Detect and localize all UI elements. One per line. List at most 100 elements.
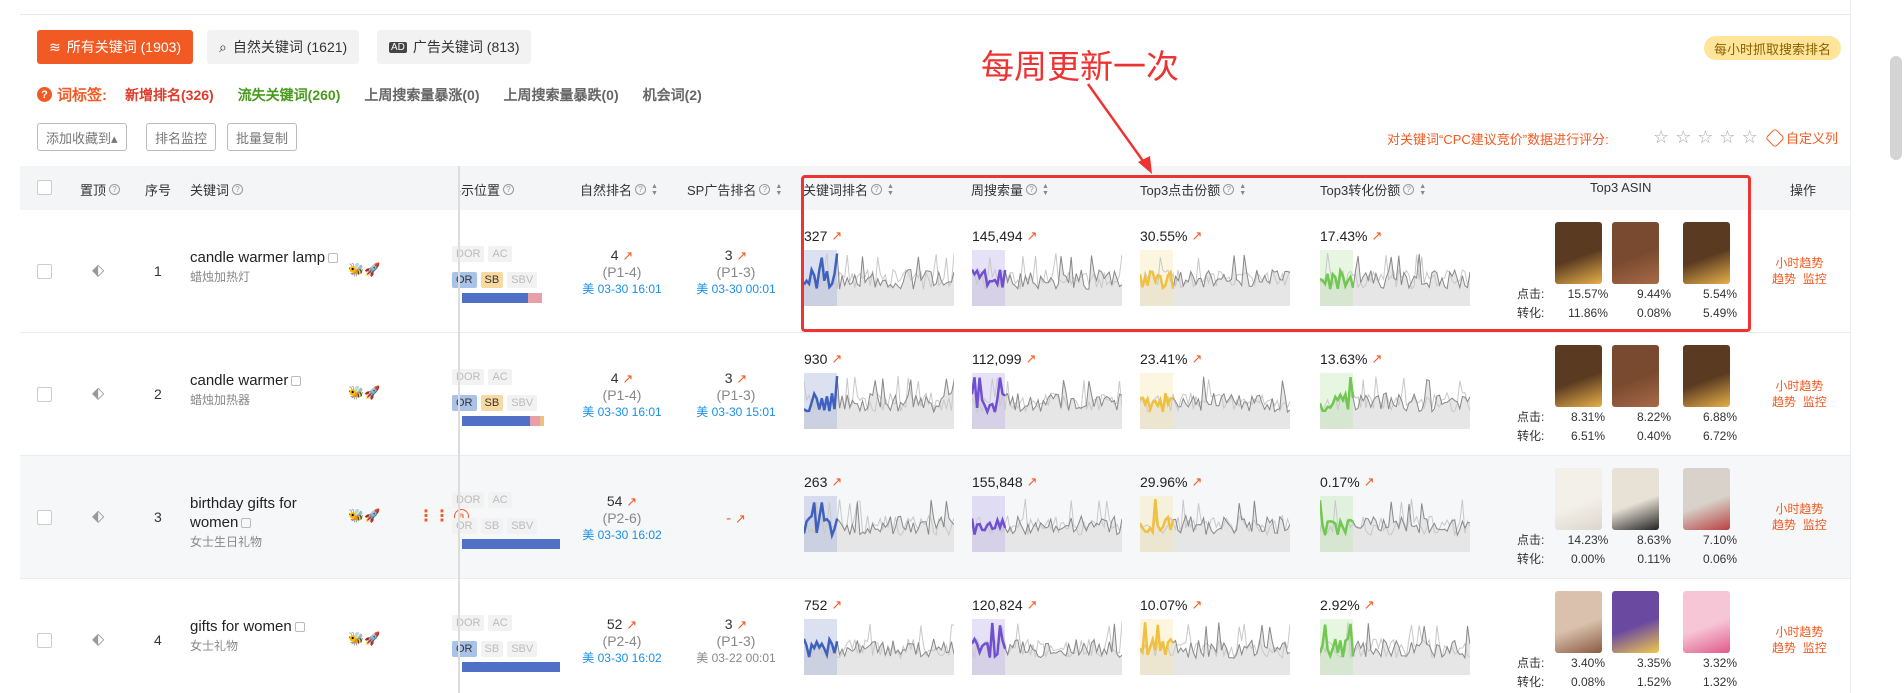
pos-tag: SB [480, 395, 504, 411]
weekly-search-value[interactable]: 112,099 ↗ [972, 351, 1036, 367]
keyword-rank-value[interactable]: 752 ↗ [804, 597, 842, 613]
lamp-product-image[interactable] [1683, 345, 1730, 407]
trend-sparkline[interactable] [972, 373, 1122, 429]
keyword-text[interactable]: candle warmer lamp [190, 249, 325, 266]
top3-click-value[interactable]: 29.96% ↗ [1140, 474, 1202, 490]
tag-opportunity[interactable]: 机会词(2) [643, 85, 702, 105]
tab-all-keywords[interactable]: ≋ 所有关键词 (1903) [37, 30, 194, 64]
sp-rank-cell[interactable]: 3 ↗ (P1-3) 美 03-30 15:01 [686, 370, 786, 421]
trend-sparkline[interactable] [1140, 373, 1290, 429]
tag-search-drop[interactable]: 上周搜索量暴跌(0) [504, 85, 619, 105]
trend-sparkline[interactable] [1140, 619, 1290, 675]
keyword-cell: candle warmer lamp 蜡烛加热灯 [190, 248, 340, 285]
star-icon[interactable]: ☆ [1719, 127, 1735, 148]
star-icon[interactable]: ☆ [1697, 127, 1713, 148]
pos-tag: DOR [452, 615, 485, 631]
row-checkbox[interactable] [37, 387, 52, 402]
trend-icon: ↗ [626, 617, 638, 632]
tag-new-rank[interactable]: 新增排名(326) [125, 85, 214, 105]
rank-monitor-button[interactable]: 排名监控 [146, 123, 217, 151]
trend-icon: ↗ [1191, 474, 1203, 489]
pos-tag: SB [480, 272, 504, 288]
trend-link[interactable]: 趋势 [1772, 518, 1796, 532]
grid-icon[interactable]: ⋮⋮ [418, 506, 450, 526]
row-checkbox[interactable] [37, 633, 52, 648]
sp-rank-cell[interactable]: - ↗ [686, 510, 786, 527]
copy-icon[interactable] [294, 622, 305, 633]
tag-icon[interactable]: ⬖ [92, 629, 104, 649]
socks-product-image[interactable] [1555, 468, 1602, 530]
photo-frame-product-image[interactable] [1683, 468, 1730, 530]
top3-conversion-value[interactable]: 0.17% ↗ [1320, 474, 1375, 490]
keyword-rank-value[interactable]: 263 ↗ [804, 474, 842, 490]
keyword-text[interactable]: candle warmer [190, 372, 288, 389]
natural-rank-cell[interactable]: 52 ↗ (P2-4) 美 03-30 16:02 [572, 616, 672, 667]
copy-icon[interactable] [241, 518, 252, 529]
trend-sparkline[interactable] [1320, 373, 1470, 429]
trend-sparkline[interactable] [804, 496, 954, 552]
natural-rank-cell[interactable]: 4 ↗ (P1-4) 美 03-30 16:01 [572, 247, 672, 298]
tote-bag-product-image[interactable] [1612, 468, 1659, 530]
tag-search-surge[interactable]: 上周搜索量暴涨(0) [364, 85, 479, 105]
star-icon[interactable]: ☆ [1675, 127, 1691, 148]
tag-icon[interactable]: ⬖ [92, 383, 104, 403]
hourly-crawl-badge[interactable]: 每小时抓取搜索排名 [1704, 36, 1842, 60]
monitor-link[interactable]: 监控 [1803, 395, 1827, 409]
gift-box-product-image[interactable] [1683, 591, 1730, 653]
star-icon[interactable]: ☆ [1742, 127, 1758, 148]
hour-trend-link[interactable]: 小时趋势 [1772, 255, 1827, 271]
monitor-link[interactable]: 监控 [1803, 272, 1827, 286]
natural-rank-cell[interactable]: 4 ↗ (P1-4) 美 03-30 16:01 [572, 370, 672, 421]
row-checkbox[interactable] [37, 510, 52, 525]
hour-trend-link[interactable]: 小时趋势 [1772, 624, 1827, 640]
settings-hex-icon [1765, 127, 1785, 148]
pos-tag: AC [488, 492, 512, 508]
add-favorite-button[interactable]: 添加收藏到▴ [37, 123, 127, 151]
weekly-search-value[interactable]: 155,848 ↗ [972, 474, 1038, 490]
tag-lost-keywords[interactable]: 流失关键词(260) [238, 85, 341, 105]
trend-sparkline[interactable] [804, 619, 954, 675]
lamp-product-image[interactable] [1555, 345, 1602, 407]
select-all-checkbox[interactable] [37, 180, 52, 195]
trend-sparkline[interactable] [972, 496, 1122, 552]
trend-sparkline[interactable] [804, 373, 954, 429]
cpc-rating-stars[interactable]: ☆ ☆ ☆ ☆ ☆ [1653, 127, 1758, 148]
tab-natural-keywords[interactable]: ⌕ 自然关键词 (1621) [207, 30, 360, 64]
keyword-rank-value[interactable]: 930 ↗ [804, 351, 842, 367]
wood-warmer-product-image[interactable] [1612, 345, 1659, 407]
row-checkbox[interactable] [37, 264, 52, 279]
header-natural-rank[interactable]: 自然排名? ▲ ▼ [580, 180, 658, 199]
tag-icon[interactable]: ⬖ [92, 506, 104, 526]
header-sp-rank[interactable]: SP广告排名? ▲ ▼ [687, 180, 782, 199]
trend-link[interactable]: 趋势 [1772, 641, 1796, 655]
trend-link[interactable]: 趋势 [1772, 395, 1796, 409]
batch-copy-button[interactable]: 批量复制 [227, 123, 298, 151]
trend-sparkline[interactable] [1320, 496, 1470, 552]
weekly-search-value[interactable]: 120,824 ↗ [972, 597, 1038, 613]
vertical-scrollbar[interactable] [1890, 56, 1902, 160]
copy-icon[interactable] [291, 376, 302, 387]
top3-click-value[interactable]: 10.07% ↗ [1140, 597, 1202, 613]
top3-conversion-value[interactable]: 13.63% ↗ [1320, 351, 1382, 367]
hour-trend-link[interactable]: 小时趋势 [1772, 378, 1827, 394]
custom-columns-button[interactable]: 自定义列 [1765, 127, 1838, 148]
hour-trend-link[interactable]: 小时趋势 [1772, 501, 1827, 517]
natural-rank-cell[interactable]: 54 ↗ (P2-6) 美 03-30 16:02 [572, 493, 672, 544]
trend-sparkline[interactable] [1320, 619, 1470, 675]
monitor-link[interactable]: 监控 [1803, 518, 1827, 532]
keyword-text[interactable]: gifts for women [190, 618, 292, 635]
monitor-link[interactable]: 监控 [1803, 641, 1827, 655]
robe-product-image[interactable] [1555, 591, 1602, 653]
trend-sparkline[interactable] [972, 619, 1122, 675]
sp-rank-cell[interactable]: 3 ↗ (P1-3) 美 03-30 00:01 [686, 247, 786, 298]
top3-click-value[interactable]: 23.41% ↗ [1140, 351, 1202, 367]
trend-link[interactable]: 趋势 [1772, 272, 1796, 286]
tab-ad-keywords[interactable]: AD 广告关键词 (813) [377, 30, 532, 64]
copy-icon[interactable] [328, 253, 339, 264]
star-icon[interactable]: ☆ [1653, 127, 1669, 148]
top3-conversion-value[interactable]: 2.92% ↗ [1320, 597, 1375, 613]
candle-set-product-image[interactable] [1612, 591, 1659, 653]
tag-icon[interactable]: ⬖ [92, 260, 104, 280]
trend-sparkline[interactable] [1140, 496, 1290, 552]
sp-rank-cell[interactable]: 3 ↗ (P1-3) 美 03-22 00:01 [686, 616, 786, 667]
